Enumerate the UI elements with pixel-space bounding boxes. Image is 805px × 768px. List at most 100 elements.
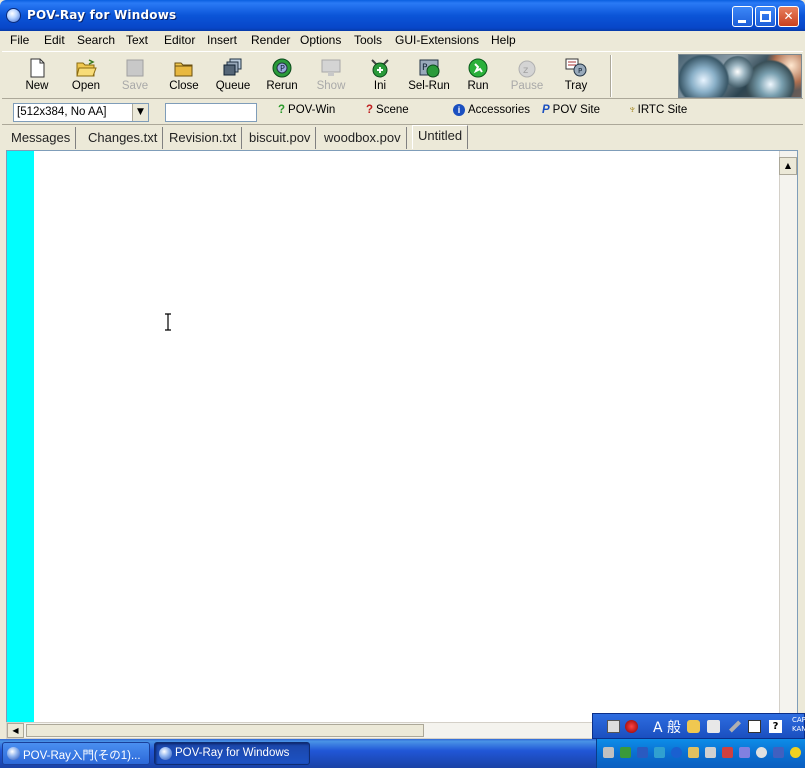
keyboard-icon[interactable] (607, 720, 620, 733)
tools-icon[interactable] (728, 720, 742, 733)
sel-run-label: Sel-Run (408, 80, 450, 92)
scroll-left-arrow-icon[interactable]: ◀ (7, 723, 24, 738)
menu-file[interactable]: File (10, 33, 29, 47)
chevron-down-icon[interactable]: ▼ (132, 104, 148, 121)
tray-button[interactable]: P Tray (553, 56, 599, 96)
taskbar-item-label: POV-Ray for Windows (175, 747, 290, 759)
new-file-icon (30, 58, 45, 78)
tab-untitled[interactable]: Untitled (412, 125, 469, 149)
queue-label: Queue (215, 80, 251, 92)
toolbar: New Open Save Close Queue P Rerun Show I… (2, 51, 803, 99)
maximize-button[interactable] (755, 6, 776, 27)
network-icon[interactable] (620, 747, 631, 758)
accessories-link[interactable]: i Accessories (453, 104, 530, 116)
menu-help[interactable]: Help (491, 33, 516, 47)
input-mode-label[interactable]: A 般 (653, 717, 681, 737)
open-label: Open (71, 80, 101, 92)
resolution-select[interactable]: [512x384, No AA] ▼ (13, 103, 149, 122)
document-tabs: Messages Changes.txt Revision.txt biscui… (2, 125, 803, 150)
menu-gui-extensions[interactable]: GUI-Extensions (395, 33, 479, 47)
folder-icon[interactable] (688, 747, 699, 758)
horizontal-scroll-thumb[interactable] (26, 724, 424, 737)
new-label: New (25, 80, 49, 92)
title-bar[interactable]: POV-Ray for Windows ✕ (0, 0, 805, 31)
editor-gutter[interactable] (7, 151, 34, 723)
help-icon[interactable]: ? (769, 720, 782, 733)
menu-bar: File Edit Search Text Editor Insert Rend… (0, 31, 805, 51)
toolbar-separator (610, 55, 612, 97)
system-tray (596, 739, 805, 768)
tab-changes-txt[interactable]: Changes.txt (83, 127, 164, 149)
rerun-icon: P (272, 58, 292, 78)
monitor-icon[interactable] (637, 747, 648, 758)
rerun-label: Rerun (266, 80, 298, 92)
dictionary-icon[interactable] (687, 720, 700, 733)
command-line-input[interactable] (165, 103, 257, 122)
menu-options[interactable]: Options (300, 33, 341, 47)
tab-biscuit-pov[interactable]: biscuit.pov (244, 127, 317, 149)
comment-icon[interactable] (748, 720, 761, 733)
run-button[interactable]: Run (455, 56, 501, 96)
tab-woodbox-pov[interactable]: woodbox.pov (319, 127, 407, 149)
svg-text:P: P (578, 67, 582, 75)
menu-edit[interactable]: Edit (44, 33, 65, 47)
irtc-site-label: IRTC Site (637, 104, 688, 116)
svg-text:P: P (280, 64, 285, 73)
menu-insert[interactable]: Insert (207, 33, 237, 47)
ini-button[interactable]: Ini (357, 56, 403, 96)
menu-render[interactable]: Render (251, 33, 290, 47)
save-button[interactable]: Save (112, 56, 158, 96)
menu-editor[interactable]: Editor (164, 33, 195, 47)
menu-search[interactable]: Search (77, 33, 115, 47)
save-icon (126, 59, 144, 77)
security-icon[interactable] (671, 747, 682, 758)
ini-label: Ini (373, 80, 387, 92)
close-folder-icon (174, 62, 193, 77)
battery-icon[interactable] (773, 747, 784, 758)
tab-revision-txt[interactable]: Revision.txt (164, 127, 243, 149)
pov-win-help-link[interactable]: ? POV-Win (278, 104, 335, 116)
menu-tools[interactable]: Tools (354, 33, 382, 47)
scene-help-link[interactable]: ? Scene (366, 104, 409, 116)
queue-button[interactable]: Queue (210, 56, 256, 96)
printer-icon[interactable] (603, 747, 614, 758)
pov-ray-app-icon[interactable] (6, 8, 21, 23)
language-bar[interactable]: A 般 ? CAPS KANA (592, 713, 805, 739)
save-label: Save (121, 80, 149, 92)
power-icon[interactable] (790, 747, 801, 758)
close-icon: ✕ (783, 9, 794, 23)
rerun-button[interactable]: P Rerun (259, 56, 305, 96)
maximize-icon (760, 11, 771, 22)
scroll-up-arrow-icon[interactable]: ▲ (779, 157, 797, 175)
minimize-icon (738, 20, 746, 23)
alert-icon[interactable] (722, 747, 733, 758)
sync-icon[interactable] (756, 747, 767, 758)
editor-pane[interactable]: ▲ (6, 150, 798, 724)
pause-icon: z (518, 60, 536, 78)
taskbar-item-pov-ray-intro[interactable]: POV-Ray入門(その1)... (2, 742, 150, 765)
pov-site-link[interactable]: P POV Site (542, 104, 600, 116)
vertical-scrollbar[interactable] (779, 151, 797, 723)
taskbar-item-pov-ray-windows[interactable]: POV-Ray for Windows (154, 742, 310, 765)
browser-icon (7, 747, 20, 760)
connection-icon[interactable] (654, 747, 665, 758)
show-icon (321, 59, 341, 76)
irtc-site-link[interactable]: ♆IRTC Site (628, 104, 687, 116)
svg-text:P: P (422, 63, 428, 73)
close-file-button[interactable]: Close (161, 56, 207, 96)
menu-text[interactable]: Text (126, 33, 148, 47)
audio-icon[interactable] (739, 747, 750, 758)
show-button[interactable]: Show (308, 56, 354, 96)
pov-ray-banner-image (678, 54, 802, 98)
close-button[interactable]: ✕ (778, 6, 799, 27)
render-settings-bar: [512x384, No AA] ▼ ? POV-Win ? Scene i Acce… (2, 100, 803, 125)
device-icon[interactable] (705, 747, 716, 758)
minimize-button[interactable] (732, 6, 753, 27)
pad-icon[interactable] (707, 720, 720, 733)
pause-button[interactable]: z Pause (504, 56, 550, 96)
sel-run-button[interactable]: P Sel-Run (406, 56, 452, 96)
ime-icon[interactable] (625, 720, 638, 733)
open-button[interactable]: Open (63, 56, 109, 96)
tab-messages[interactable]: Messages (6, 127, 77, 149)
new-button[interactable]: New (14, 56, 60, 96)
